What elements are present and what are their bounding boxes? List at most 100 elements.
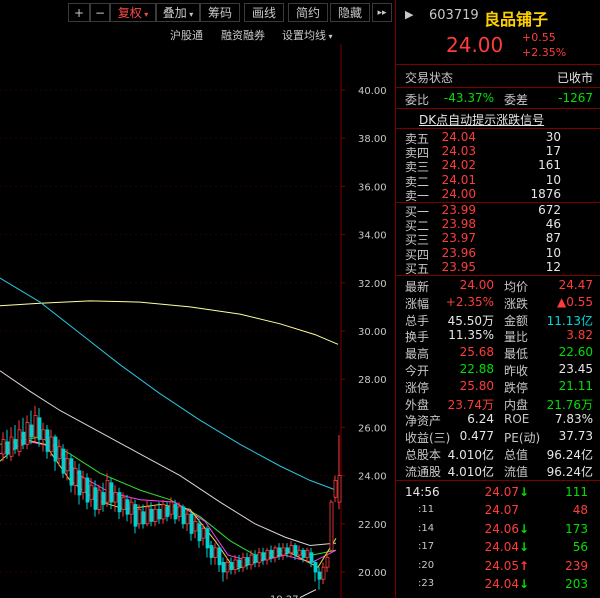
chevron-down-icon: ▾ bbox=[141, 10, 149, 19]
stat-label: 总值 bbox=[504, 448, 529, 462]
yincang-button[interactable]: 隐藏 bbox=[330, 3, 370, 22]
candle-body bbox=[329, 501, 334, 551]
diejia-dropdown[interactable]: 叠加 ▾ bbox=[156, 3, 200, 22]
tick-price: 24.05 bbox=[484, 558, 519, 573]
candle-body bbox=[29, 424, 34, 438]
stat-label: 涨跌 bbox=[504, 296, 529, 311]
candle-body bbox=[229, 562, 234, 571]
tick-row: :11 24.07 48 bbox=[396, 502, 600, 519]
tick-row: :17 24.04 ↓ 56 bbox=[396, 539, 600, 556]
candle-body bbox=[53, 436, 58, 462]
stats-row: 今开 22.88 昨收 23.45 bbox=[396, 361, 600, 378]
huaxian-button[interactable]: 画线 bbox=[244, 3, 284, 22]
bid-volume: 10 bbox=[545, 245, 561, 260]
stat-label: 内盘 bbox=[504, 397, 529, 412]
jianyue-button[interactable]: 简约 bbox=[288, 3, 328, 22]
stat-value: 24.47 bbox=[558, 278, 593, 292]
zoom-in-button[interactable]: + bbox=[68, 3, 90, 22]
status-label: 交易状态 bbox=[405, 71, 454, 85]
rongzi-link[interactable]: 融资融券 bbox=[221, 27, 265, 43]
stats-row: 涨停 25.80 跌停 21.11 bbox=[396, 378, 600, 395]
candle-body bbox=[249, 554, 254, 566]
candle-body bbox=[333, 479, 338, 498]
stat-value: 96.24亿 bbox=[546, 448, 593, 462]
candle-body bbox=[245, 557, 250, 566]
stat-label: ROE bbox=[504, 412, 530, 427]
tick-row: :23 24.04 ↓ 203 bbox=[396, 576, 600, 593]
candle-body bbox=[149, 508, 154, 522]
stat-value: 21.76万 bbox=[546, 397, 593, 412]
ma-cyan-line bbox=[0, 277, 337, 491]
bid-volume: 87 bbox=[545, 231, 561, 246]
candle-body bbox=[197, 523, 202, 542]
y-axis-label: 34.00 bbox=[358, 231, 387, 242]
weibi-value: -43.37% bbox=[443, 91, 494, 105]
candle-body bbox=[305, 549, 310, 558]
stats-row: 总手 45.50万 金额 11.13亿 bbox=[396, 311, 600, 328]
stat-label: PE(动) bbox=[504, 431, 541, 446]
hugutong-link[interactable]: 沪股通 bbox=[170, 27, 203, 43]
candle-body bbox=[69, 458, 74, 486]
tick-volume: 173 bbox=[565, 521, 588, 536]
candle-body bbox=[177, 506, 182, 517]
stat-label: 涨停 bbox=[405, 380, 430, 395]
stat-value: 25.68 bbox=[459, 345, 494, 360]
price-change: +0.55 bbox=[522, 31, 556, 44]
tick-arrow: ↓ bbox=[518, 577, 529, 591]
candlestick-chart[interactable]: 40.00 38.00 36.00 34.00 32.00 30.00 28.00 26.00… bbox=[0, 44, 393, 598]
tick-price: 24.07 bbox=[484, 485, 519, 499]
bid-volume: 46 bbox=[545, 217, 561, 232]
candle-body bbox=[137, 508, 142, 525]
ask-price: 24.01 bbox=[441, 172, 476, 187]
chouma-button[interactable]: 筹码 bbox=[200, 3, 240, 22]
stock-name: 良品铺子 bbox=[484, 10, 549, 29]
candle-body bbox=[277, 547, 282, 556]
candle-body bbox=[313, 562, 318, 573]
candle-body bbox=[157, 508, 162, 520]
candle-body bbox=[301, 549, 306, 558]
candle-body bbox=[89, 484, 94, 501]
candle-body bbox=[241, 557, 246, 568]
y-axis-label: 38.00 bbox=[358, 134, 387, 145]
stat-label: 均价 bbox=[504, 280, 529, 294]
fuquan-dropdown[interactable]: 复权 ▾ bbox=[110, 3, 156, 22]
candle-body bbox=[49, 436, 54, 452]
stat-label: 流值 bbox=[504, 464, 529, 479]
candle-body bbox=[325, 557, 330, 568]
tick-volume: 203 bbox=[565, 577, 588, 591]
candle-body bbox=[273, 547, 278, 558]
expand-icon[interactable]: ▸▸ bbox=[372, 3, 392, 22]
fuquan-label: 复权 bbox=[117, 6, 142, 20]
zoom-out-button[interactable]: − bbox=[90, 3, 110, 22]
candle-body bbox=[265, 549, 270, 561]
tick-arrow: ↓ bbox=[518, 521, 529, 536]
weicha-label: 委差 bbox=[504, 93, 529, 107]
candle-body bbox=[93, 487, 98, 510]
candle-body bbox=[237, 559, 242, 568]
stat-label: 总手 bbox=[405, 313, 430, 328]
stats-row: 净资产 6.24 ROE 7.83% bbox=[396, 411, 600, 428]
nav-arrow-icon[interactable]: ▶ bbox=[405, 8, 413, 21]
candle-body bbox=[105, 479, 110, 503]
tick-row: :14 24.06 ↓ 173 bbox=[396, 521, 600, 538]
candle-body bbox=[57, 446, 62, 460]
signal-link[interactable]: DK点自动提示涨跌信号 bbox=[419, 111, 544, 128]
stat-value: 23.45 bbox=[558, 362, 593, 376]
candle-body bbox=[261, 552, 266, 561]
candle-body bbox=[205, 528, 210, 549]
stats-row: 总股本 4.010亿 总值 96.24亿 bbox=[396, 445, 600, 462]
candle-body bbox=[253, 554, 258, 563]
candle-body bbox=[145, 506, 150, 525]
ma-magenta-line bbox=[0, 441, 337, 563]
stat-value: 7.83% bbox=[554, 412, 593, 427]
chart-toolbar: + − 复权 ▾ 叠加 ▾ 筹码 画线 简约 隐藏 ▸▸ bbox=[0, 0, 393, 26]
tick-row: 14:56 24.07 ↓ 111 bbox=[396, 484, 600, 501]
ask-volume: 161 bbox=[538, 158, 561, 173]
settings-ma-link[interactable]: 设置均线 ▾ bbox=[282, 27, 333, 43]
stats-row: 收益(三) 0.477 PE(动) 37.73 bbox=[396, 428, 600, 445]
chart-subbar: 沪股通 融资融券 设置均线 ▾ bbox=[0, 26, 340, 44]
chevron-down-icon: ▾ bbox=[326, 32, 333, 41]
candle-body bbox=[129, 501, 134, 515]
y-axis-label: 22.00 bbox=[358, 520, 387, 531]
stats-row: 最高 25.68 最低 22.60 bbox=[396, 344, 600, 361]
